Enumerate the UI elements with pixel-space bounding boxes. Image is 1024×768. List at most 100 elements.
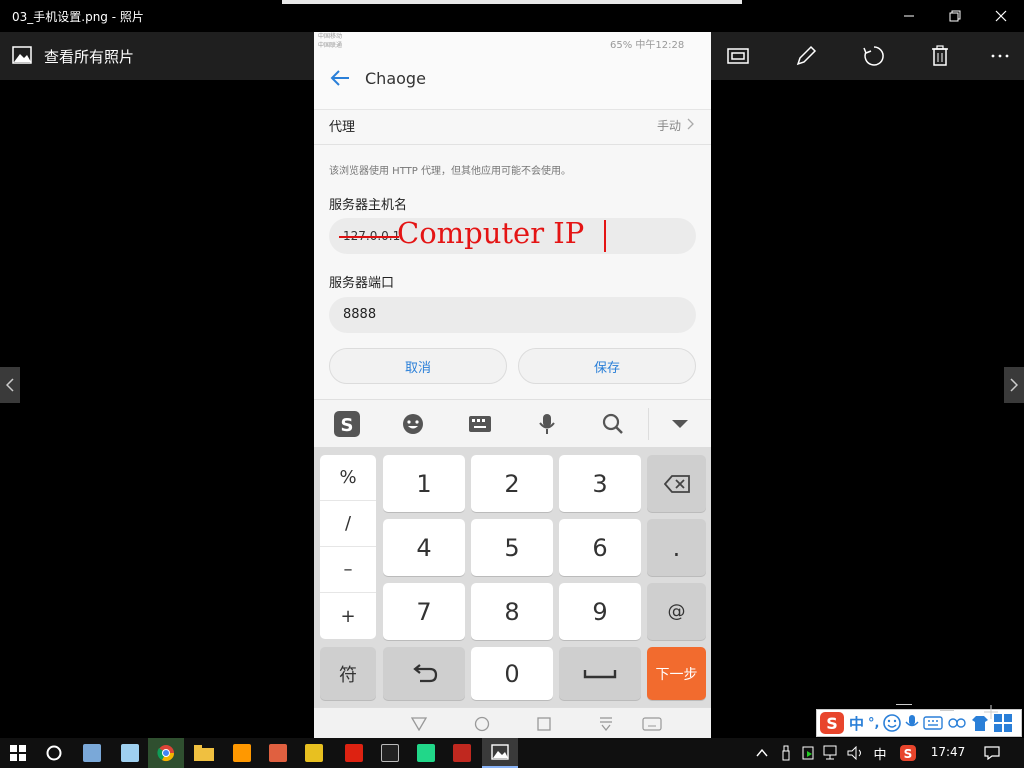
keyboard-icon[interactable] (447, 400, 513, 448)
redis-icon[interactable] (444, 738, 480, 768)
taskbar-app-1-icon[interactable] (74, 738, 110, 768)
previous-photo-button[interactable] (0, 367, 20, 403)
cmd-icon[interactable] (372, 738, 408, 768)
key-3[interactable]: 3 (559, 455, 641, 512)
zoom-in-icon[interactable] (984, 704, 998, 719)
ime-emoji-icon[interactable] (883, 714, 902, 732)
minimize-button[interactable] (886, 0, 932, 32)
key-0[interactable]: 0 (471, 647, 553, 700)
key-6[interactable]: 6 (559, 519, 641, 576)
slideshow-button[interactable] (718, 36, 758, 76)
svg-text:S: S (826, 714, 838, 733)
host-label: 服务器主机名 (329, 198, 408, 213)
svg-text:S: S (341, 415, 354, 436)
pencil-icon (796, 45, 817, 66)
windows-start-icon[interactable] (0, 738, 36, 768)
taskbar-app-yellow-icon[interactable] (296, 738, 332, 768)
pycharm-icon[interactable] (408, 738, 444, 768)
return-icon (413, 663, 438, 682)
taskbar-app-red-icon[interactable] (336, 738, 372, 768)
text-cursor (604, 220, 606, 252)
port-field[interactable]: 8888 (329, 297, 696, 333)
phone-header: Chaoge (314, 54, 711, 110)
nav-keyboard-icon[interactable] (632, 708, 672, 738)
edit-button[interactable] (786, 36, 826, 76)
nav-back-icon[interactable] (399, 708, 439, 738)
backspace-icon (663, 474, 690, 493)
key-percent[interactable]: % (320, 455, 376, 501)
host-field[interactable]: 127.0.0.1 Computer IP (329, 216, 696, 254)
chrome-icon[interactable] (148, 738, 184, 768)
key-at[interactable]: @ (647, 583, 706, 640)
proxy-label: 代理 (329, 120, 356, 135)
rotate-icon (863, 46, 884, 66)
ime-chinese-mode[interactable]: 中 (849, 713, 864, 734)
notifications-icon[interactable] (974, 738, 1010, 768)
key-5[interactable]: 5 (471, 519, 553, 576)
see-all-photos-link[interactable]: 查看所有照片 (44, 46, 134, 67)
status-right-text: 65% 中午12:28 (610, 40, 685, 51)
key-7[interactable]: 7 (383, 583, 465, 640)
slideshow-icon (727, 48, 749, 64)
window-title: 03_手机设置.png - 照片 (12, 10, 144, 24)
back-arrow-icon[interactable] (330, 70, 350, 86)
nav-recents-icon[interactable] (524, 708, 564, 738)
save-button[interactable]: 保存 (518, 348, 696, 384)
ime-keyboard-icon[interactable] (923, 715, 944, 731)
rotate-button[interactable] (854, 36, 894, 76)
top-edge-bar (282, 0, 742, 4)
restore-button[interactable] (932, 0, 978, 32)
key-1[interactable]: 1 (383, 455, 465, 512)
sublime-icon[interactable] (224, 738, 260, 768)
divider (314, 144, 711, 145)
cancel-button[interactable]: 取消 (329, 348, 507, 384)
port-value: 8888 (343, 307, 377, 322)
cortana-icon[interactable] (36, 738, 72, 768)
key-9[interactable]: 9 (559, 583, 641, 640)
clock[interactable]: 17:47 (926, 745, 970, 759)
file-explorer-icon[interactable] (186, 738, 222, 768)
nav-pulldown-icon[interactable] (586, 708, 626, 738)
close-button[interactable] (978, 0, 1024, 32)
ime-voice-icon[interactable] (905, 714, 920, 732)
space-icon (583, 669, 617, 678)
symbols-key[interactable]: 符 (320, 647, 376, 700)
symbol-column: % / – + (320, 455, 376, 639)
space-key[interactable] (559, 647, 641, 700)
chevron-right-icon (1010, 378, 1018, 392)
ellipsis-icon (991, 54, 1009, 58)
next-photo-button[interactable] (1004, 367, 1024, 403)
ime-toolbox-icon[interactable] (947, 714, 967, 732)
ime-punct-mode[interactable]: °, (868, 716, 879, 731)
nav-home-icon[interactable] (462, 708, 502, 738)
taskbar-notepad-icon[interactable] (112, 738, 148, 768)
key-slash[interactable]: / (320, 501, 376, 547)
sogou-logo-icon[interactable]: S (314, 400, 380, 448)
microphone-icon[interactable] (514, 400, 580, 448)
carrier-2: 中国联通 (318, 42, 343, 49)
key-minus[interactable]: – (320, 547, 376, 593)
screen-fit-icon[interactable] (896, 704, 912, 712)
delete-button[interactable] (920, 36, 960, 76)
svg-text:S: S (904, 747, 913, 761)
sogou-icon[interactable]: S (819, 711, 845, 735)
collapse-keyboard-icon[interactable] (647, 400, 711, 448)
proxy-value[interactable]: 手动 (657, 117, 681, 134)
emoji-icon[interactable] (380, 400, 446, 448)
key-2[interactable]: 2 (471, 455, 553, 512)
zoom-out-icon[interactable] (940, 710, 954, 711)
taskbar-app-paint-icon[interactable] (260, 738, 296, 768)
chevron-right-icon (687, 118, 694, 130)
sogou-tray-icon[interactable]: S (890, 738, 926, 768)
key-4[interactable]: 4 (383, 519, 465, 576)
key-dot[interactable]: . (647, 519, 706, 576)
backspace-key[interactable] (647, 455, 706, 512)
more-options-button[interactable] (980, 36, 1020, 76)
photos-taskbar-icon[interactable] (482, 738, 518, 768)
search-icon[interactable] (580, 400, 646, 448)
next-step-key[interactable]: 下一步 (647, 647, 706, 700)
return-key[interactable] (383, 647, 465, 700)
key-8[interactable]: 8 (471, 583, 553, 640)
key-plus[interactable]: + (320, 593, 376, 639)
photos-icon[interactable] (12, 46, 32, 68)
